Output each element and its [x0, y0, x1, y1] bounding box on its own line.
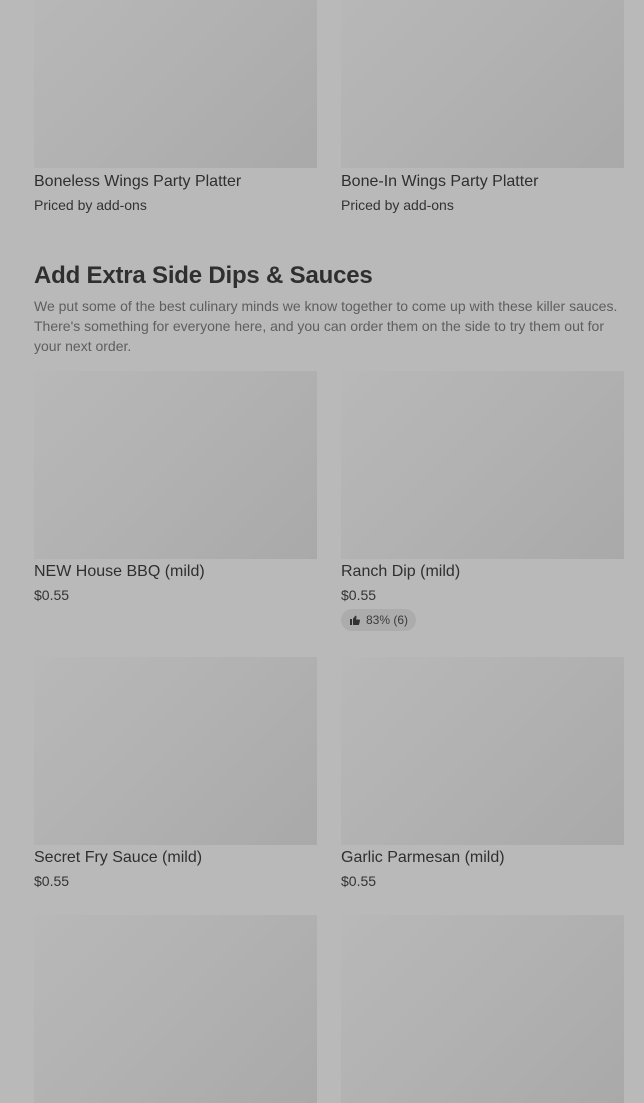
menu-item-card[interactable]: Ranch Dip (mild) $0.55 83% (6) — [341, 371, 624, 631]
thumbs-up-icon — [349, 614, 361, 626]
menu-item-image — [34, 371, 317, 559]
menu-item-price: $0.55 — [34, 587, 70, 603]
menu-item-card[interactable]: Garlic Parmesan (mild) $0.55 — [341, 657, 624, 889]
menu-item-name: Ranch Dip (mild) — [341, 563, 461, 580]
menu-item-image — [341, 915, 624, 1103]
menu-item-image — [34, 915, 317, 1103]
menu-item-price: Priced by add-ons — [341, 197, 454, 213]
menu-item-name: Bone-In Wings Party Platter — [341, 173, 539, 190]
menu-item-price: $0.55 — [341, 587, 377, 603]
menu-item-name: NEW House BBQ (mild) — [34, 563, 205, 580]
menu-item-card[interactable]: NEW House BBQ (mild) $0.55 — [34, 371, 317, 603]
menu-item-price: $0.55 — [34, 873, 70, 889]
menu-item-name: Boneless Wings Party Platter — [34, 173, 242, 190]
menu-item-card[interactable] — [34, 915, 317, 1103]
menu-item-image — [34, 657, 317, 845]
menu-item-image — [341, 657, 624, 845]
section-title: Add Extra Side Dips & Sauces — [34, 262, 373, 289]
menu-item-card[interactable]: Secret Fry Sauce (mild) $0.55 — [34, 657, 317, 889]
menu-item-image — [341, 371, 624, 559]
menu-item-image — [341, 0, 624, 168]
menu-item-price: $0.55 — [341, 873, 377, 889]
menu-item-name: Garlic Parmesan (mild) — [341, 849, 505, 866]
rating-badge: 83% (6) — [341, 609, 417, 631]
rating-text: 83% (6) — [366, 613, 409, 627]
menu-item-card[interactable] — [341, 915, 624, 1103]
menu-item-image — [34, 0, 317, 168]
menu-item-name: Secret Fry Sauce (mild) — [34, 849, 203, 866]
menu-item-price: Priced by add-ons — [34, 197, 147, 213]
section-description: We put some of the best culinary minds w… — [34, 298, 618, 354]
